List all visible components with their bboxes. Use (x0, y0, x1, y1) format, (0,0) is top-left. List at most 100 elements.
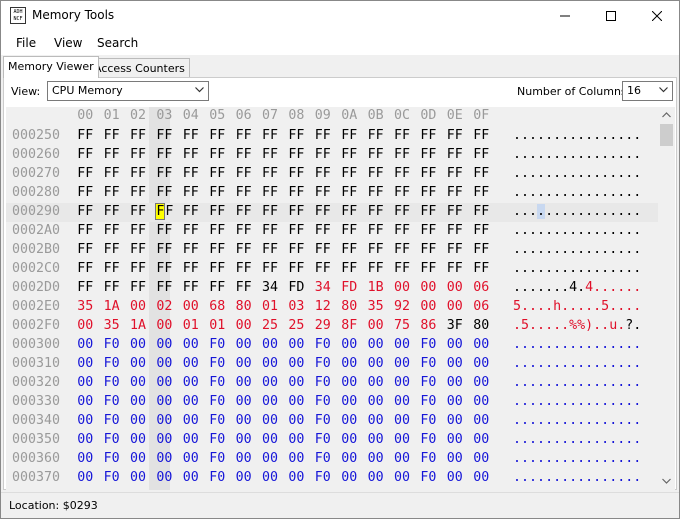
hex-byte[interactable]: 00 (283, 394, 309, 409)
hex-byte[interactable]: FF (310, 223, 336, 238)
hex-byte[interactable]: FF (283, 242, 309, 257)
scroll-up-icon[interactable] (662, 112, 671, 118)
hex-byte[interactable]: F0 (415, 451, 441, 466)
hex-byte[interactable]: FF (151, 166, 177, 181)
hex-byte[interactable]: FF (310, 242, 336, 257)
hex-byte[interactable]: 80 (230, 299, 256, 314)
hex-byte[interactable]: 00 (72, 394, 98, 409)
hex-byte[interactable]: 00 (283, 413, 309, 428)
row-ascii[interactable]: ................ (513, 470, 641, 485)
hex-byte[interactable]: 00 (257, 337, 283, 352)
hex-byte[interactable]: FF (230, 261, 256, 276)
hex-byte[interactable]: FF (98, 223, 124, 238)
hex-byte[interactable]: FF (468, 166, 494, 181)
hex-byte[interactable]: FF (310, 166, 336, 181)
hex-byte[interactable]: FF (98, 204, 124, 219)
close-button[interactable] (634, 1, 679, 31)
hex-byte[interactable]: FF (98, 185, 124, 200)
hex-byte[interactable]: 00 (178, 299, 204, 314)
hex-byte[interactable]: F0 (98, 413, 124, 428)
minimize-button[interactable] (542, 1, 588, 31)
hex-byte[interactable]: 00 (362, 451, 388, 466)
hex-byte[interactable]: F0 (204, 394, 230, 409)
hex-byte[interactable]: FF (442, 185, 468, 200)
selected-byte-cursor[interactable]: F (155, 203, 166, 220)
hex-byte[interactable]: F0 (310, 451, 336, 466)
hex-byte[interactable]: FF (204, 185, 230, 200)
hex-byte[interactable]: 80 (336, 299, 362, 314)
maximize-button[interactable] (588, 1, 634, 31)
hex-byte[interactable]: 00 (389, 356, 415, 371)
hex-byte[interactable]: 00 (72, 337, 98, 352)
hex-byte[interactable]: 00 (336, 451, 362, 466)
hex-byte[interactable]: FF (389, 147, 415, 162)
hex-byte[interactable]: 00 (125, 375, 151, 390)
hex-byte[interactable]: 00 (362, 432, 388, 447)
hex-byte[interactable]: FF (125, 280, 151, 295)
hex-byte[interactable]: F0 (310, 356, 336, 371)
hex-byte[interactable]: 00 (283, 337, 309, 352)
hex-byte[interactable]: FF (230, 147, 256, 162)
hex-byte[interactable]: FF (442, 147, 468, 162)
hex-byte[interactable]: 00 (389, 375, 415, 390)
hex-byte[interactable]: 01 (178, 318, 204, 333)
hex-byte[interactable]: FF (336, 204, 362, 219)
hex-byte[interactable]: 00 (125, 356, 151, 371)
hex-byte[interactable]: FF (468, 147, 494, 162)
hex-byte[interactable]: 3F (442, 318, 468, 333)
hex-byte[interactable]: 00 (125, 451, 151, 466)
hex-byte[interactable]: FF (125, 166, 151, 181)
row-ascii[interactable]: ................ (513, 223, 641, 238)
hex-byte[interactable]: FF (257, 223, 283, 238)
hex-byte[interactable]: 00 (389, 280, 415, 295)
hex-byte[interactable]: 00 (151, 413, 177, 428)
hex-byte[interactable]: FF (362, 223, 388, 238)
hex-byte[interactable]: 00 (178, 432, 204, 447)
hex-byte[interactable]: FF (468, 185, 494, 200)
hex-byte[interactable]: FF (442, 128, 468, 143)
hex-byte[interactable]: FF (178, 204, 204, 219)
hex-byte[interactable]: 00 (257, 413, 283, 428)
hex-byte[interactable]: FF (230, 185, 256, 200)
hex-byte[interactable]: F0 (98, 470, 124, 485)
hex-byte[interactable]: 68 (204, 299, 230, 314)
hex-byte[interactable]: F0 (204, 375, 230, 390)
hex-byte[interactable]: FF (151, 242, 177, 257)
row-ascii[interactable]: ................ (513, 166, 641, 181)
hex-byte[interactable]: FF (98, 166, 124, 181)
hex-byte[interactable]: F0 (98, 394, 124, 409)
row-ascii[interactable]: ................ (513, 432, 641, 447)
hex-byte[interactable]: 00 (72, 413, 98, 428)
hex-byte[interactable]: FF (310, 185, 336, 200)
row-ascii[interactable]: ................ (513, 375, 641, 390)
hex-byte[interactable]: F0 (310, 413, 336, 428)
hex-byte[interactable]: FF (151, 185, 177, 200)
hex-byte[interactable]: 00 (336, 375, 362, 390)
hex-byte[interactable]: 00 (415, 280, 441, 295)
hex-byte[interactable]: 00 (283, 375, 309, 390)
hex-byte[interactable]: FF (415, 204, 441, 219)
hex-byte[interactable]: 00 (442, 394, 468, 409)
hex-byte[interactable]: 00 (468, 413, 494, 428)
hex-byte[interactable]: 00 (442, 337, 468, 352)
hex-byte[interactable]: F0 (98, 337, 124, 352)
hex-byte[interactable]: F0 (310, 375, 336, 390)
hex-byte[interactable]: 00 (468, 356, 494, 371)
hex-byte[interactable]: FF (362, 242, 388, 257)
hex-byte[interactable]: 1A (98, 299, 124, 314)
hex-byte[interactable]: 00 (72, 470, 98, 485)
view-select[interactable]: CPU Memory (47, 81, 209, 101)
hex-byte[interactable]: F0 (415, 413, 441, 428)
hex-byte[interactable]: FF (257, 185, 283, 200)
hex-byte[interactable]: FF (415, 185, 441, 200)
hex-byte[interactable]: F0 (310, 470, 336, 485)
hex-byte[interactable]: 00 (389, 451, 415, 466)
hex-byte[interactable]: FF (310, 204, 336, 219)
hex-byte[interactable]: FF (72, 128, 98, 143)
hex-byte[interactable]: 00 (442, 413, 468, 428)
hex-byte[interactable]: 00 (283, 470, 309, 485)
hex-byte[interactable]: F0 (204, 432, 230, 447)
hex-byte[interactable]: FF (336, 261, 362, 276)
hex-byte[interactable]: 00 (230, 356, 256, 371)
hex-byte[interactable]: FF (283, 147, 309, 162)
